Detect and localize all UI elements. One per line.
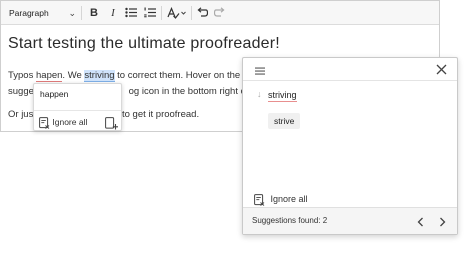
panel-header-divider: [243, 80, 457, 81]
ignore-all-icon: [254, 193, 265, 206]
panel-ignore-all-button[interactable]: Ignore all: [254, 192, 308, 206]
suggestion-popup: happen Ignore all: [33, 83, 122, 131]
chevron-right-icon: [440, 217, 446, 227]
content-heading: Start testing the ultimate proofreader!: [8, 35, 280, 52]
popup-ignore-all-label: Ignore all: [52, 117, 88, 127]
line-2-end: og icon in the bottom right co: [128, 86, 251, 97]
line-3-start: Or just: [8, 109, 36, 120]
panel-menu-button[interactable]: [254, 64, 266, 76]
bulleted-list-icon: [125, 7, 137, 18]
italic-button[interactable]: I: [104, 4, 122, 22]
panel-footer: Suggestions found: 2: [243, 207, 457, 234]
arrow-down-icon: ↓: [257, 89, 262, 99]
paragraph-format-select[interactable]: Paragraph ⌄: [6, 4, 79, 22]
line-1-after: to correct them. Hover on the m: [114, 70, 251, 81]
editor-content[interactable]: Start testing the ultimate proofreader! …: [8, 35, 438, 120]
previous-suggestion-button[interactable]: [415, 215, 427, 227]
ignore-all-icon: [39, 116, 50, 129]
spelling-error-hapen[interactable]: hapen: [36, 70, 63, 82]
line-1-mid: . We: [62, 70, 85, 81]
undo-button[interactable]: [193, 4, 211, 22]
add-to-dictionary-icon: [105, 117, 118, 130]
close-icon: [436, 64, 447, 75]
chevron-down-icon: ⌄: [68, 8, 76, 18]
bold-button[interactable]: B: [85, 4, 103, 22]
bulleted-list-button[interactable]: [122, 4, 140, 22]
toolbar-divider: [81, 6, 82, 20]
line-3-end: to get it proofread.: [121, 109, 200, 120]
popup-ignore-all-button[interactable]: Ignore all: [39, 115, 87, 129]
italic-icon: I: [111, 7, 115, 19]
panel-suggestion-strive[interactable]: strive: [268, 113, 301, 129]
numbered-list-icon: [144, 7, 156, 18]
popup-divider: [34, 110, 121, 111]
redo-icon: [214, 7, 225, 17]
paragraph-format-label: Paragraph: [9, 8, 49, 18]
toolbar-divider: [161, 6, 162, 20]
panel-close-button[interactable]: [435, 63, 448, 76]
panel-ignore-all-label: Ignore all: [270, 194, 308, 204]
add-to-dictionary-button[interactable]: [105, 115, 119, 130]
panel-error-word[interactable]: striving: [268, 89, 297, 102]
toolbar-divider: [191, 6, 192, 20]
proofreader-panel: ↓ striving strive Ignore all Suggestions…: [242, 57, 458, 235]
grammar-error-striving[interactable]: striving: [84, 70, 115, 82]
suggestions-count: Suggestions found: 2: [252, 216, 328, 225]
bold-icon: B: [90, 7, 98, 19]
paragraph-line-1: Typos hapen. We striving to correct them…: [8, 70, 251, 82]
line-1-before: Typos: [8, 70, 36, 81]
next-suggestion-button[interactable]: [436, 215, 448, 227]
spellcheck-icon: [167, 7, 186, 19]
spellcheck-button[interactable]: [165, 4, 189, 22]
menu-icon: [255, 67, 265, 75]
chevron-left-icon: [417, 217, 423, 227]
redo-button[interactable]: [211, 4, 229, 22]
popup-suggestion-happen[interactable]: happen: [40, 89, 68, 99]
undo-icon: [197, 7, 208, 17]
numbered-list-button[interactable]: [141, 4, 159, 22]
editor-toolbar: Paragraph ⌄ B I: [1, 1, 439, 25]
